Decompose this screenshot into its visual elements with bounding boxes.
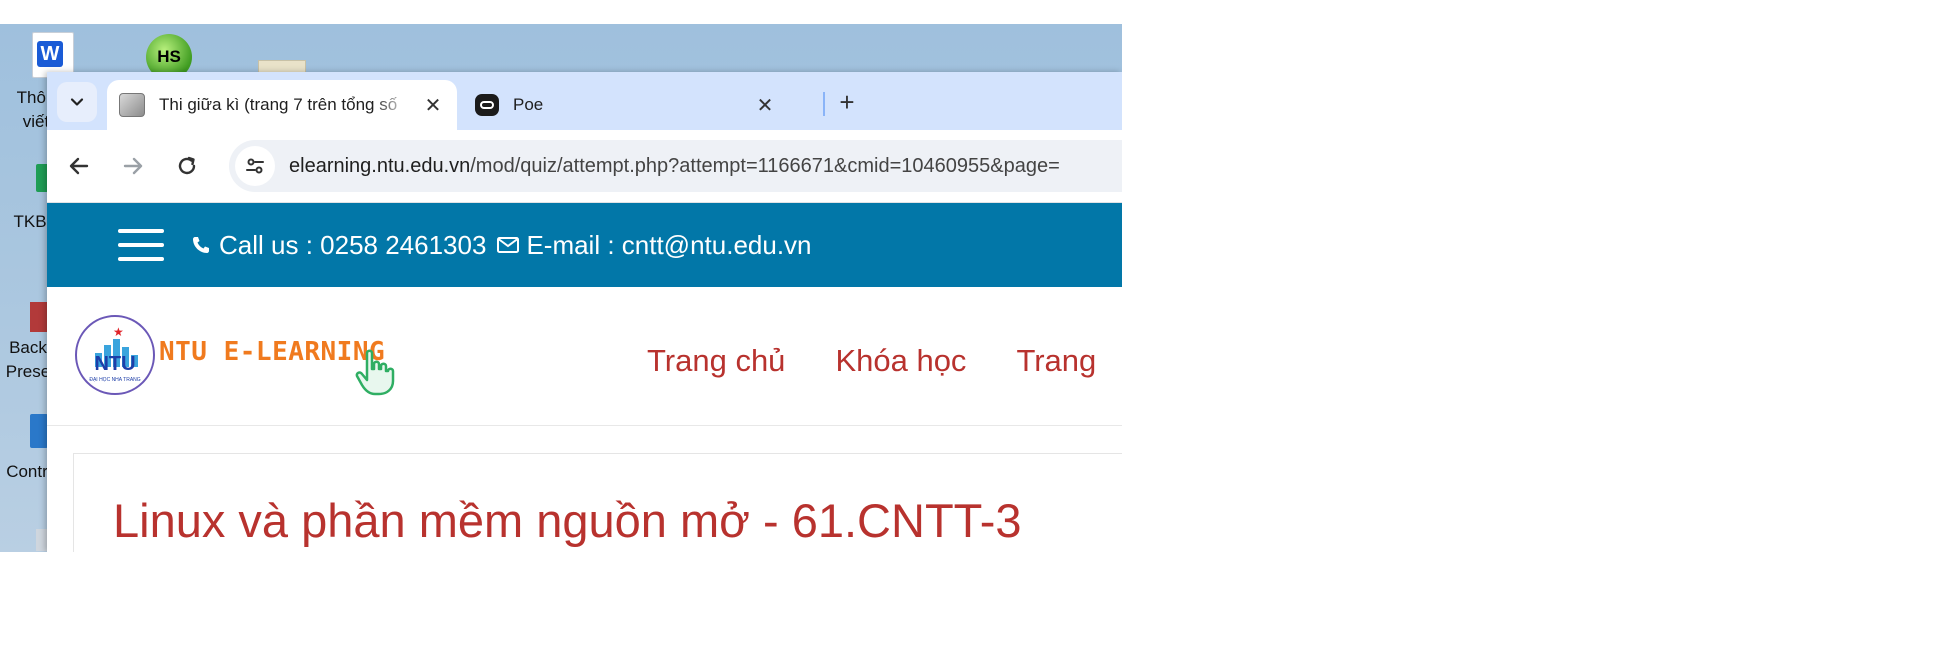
url-path: /mod/quiz/attempt.php?attempt=1166671&cm… — [470, 155, 1060, 177]
menu-item-courses[interactable]: Khóa học — [835, 343, 966, 379]
desktop-icon-label: Contr — [6, 462, 48, 481]
new-tab-button[interactable]: + — [827, 84, 867, 120]
phone-icon — [189, 235, 213, 255]
site-topbar: Call us : 0258 2461303 E-mail : cntt@ntu… — [47, 203, 1122, 287]
tune-icon — [246, 158, 264, 174]
quiz-favicon-icon — [119, 93, 145, 117]
email-text[interactable]: E-mail : cntt@ntu.edu.vn — [526, 203, 811, 287]
reload-icon — [178, 156, 196, 175]
close-icon[interactable]: ✕ — [419, 91, 447, 119]
menu-item-page[interactable]: Trang — [1016, 343, 1096, 379]
contact-info: Call us : 0258 2461303 E-mail : cntt@ntu… — [189, 203, 812, 287]
word-logo-icon: W — [37, 41, 63, 67]
desktop-viewport: W Thôn viết HS TKB Back Prese Contr Thi … — [0, 24, 1122, 552]
envelope-icon — [496, 235, 520, 255]
ntu-logo[interactable]: ★ NTU ĐẠI HỌC NHA TRANG — [75, 315, 155, 395]
menu-item-home[interactable]: Trang chủ — [647, 343, 785, 379]
pointing-hand-icon — [355, 349, 395, 396]
site-brand[interactable]: NTU E-LEARNING — [159, 337, 385, 367]
poe-favicon-icon — [475, 94, 499, 116]
reload-button[interactable] — [169, 148, 205, 184]
site-header: ★ NTU ĐẠI HỌC NHA TRANG NTU E-LEARNING T… — [47, 287, 1122, 426]
tab-separator — [823, 92, 825, 116]
back-button[interactable] — [61, 148, 97, 184]
desktop-icon-label: Back Prese — [5, 338, 51, 381]
arrow-left-icon — [69, 157, 89, 175]
tab-poe[interactable]: Poe ✕ — [459, 80, 789, 130]
desktop-icon-label: TKB — [13, 212, 47, 231]
tab-quiz[interactable]: Thi giữa kì (trang 7 trên tổng số ✕ — [107, 80, 457, 130]
url-host: elearning.ntu.edu.vn — [289, 155, 471, 177]
course-title: Linux và phần mềm nguồn mở - 61.CNTT-3 — [113, 494, 1022, 547]
browser-toolbar: elearning.ntu.edu.vn/mod/quiz/attempt.ph… — [47, 130, 1122, 203]
site-info-button[interactable] — [235, 146, 275, 186]
backup-file-icon[interactable] — [30, 302, 48, 332]
phone-text[interactable]: Call us : 0258 2461303 — [219, 203, 486, 287]
url-text[interactable]: elearning.ntu.edu.vn/mod/quiz/attempt.ph… — [289, 140, 1060, 192]
main-menu: Trang chủ Khóa học Trang — [647, 343, 1096, 379]
web-page: Call us : 0258 2461303 E-mail : cntt@ntu… — [47, 203, 1122, 552]
browser-window: Thi giữa kì (trang 7 trên tổng số ✕ Poe … — [47, 72, 1122, 552]
tab-title: Poe — [513, 95, 544, 114]
tab-title: Thi giữa kì (trang 7 trên tổng số — [159, 95, 398, 114]
control-panel-icon[interactable] — [30, 414, 48, 448]
tab-search-button[interactable] — [57, 82, 97, 122]
hamburger-menu-button[interactable] — [118, 229, 164, 261]
logo-subtext: ĐẠI HỌC NHA TRANG — [89, 377, 141, 383]
logo-abbr: NTU — [94, 353, 136, 375]
arrow-right-icon — [123, 157, 143, 175]
forward-button[interactable] — [115, 148, 151, 184]
tab-strip: Thi giữa kì (trang 7 trên tổng số ✕ Poe … — [47, 72, 1122, 130]
close-icon[interactable]: ✕ — [751, 91, 779, 119]
chevron-down-icon — [70, 98, 84, 106]
address-bar[interactable]: elearning.ntu.edu.vn/mod/quiz/attempt.ph… — [229, 140, 1122, 192]
